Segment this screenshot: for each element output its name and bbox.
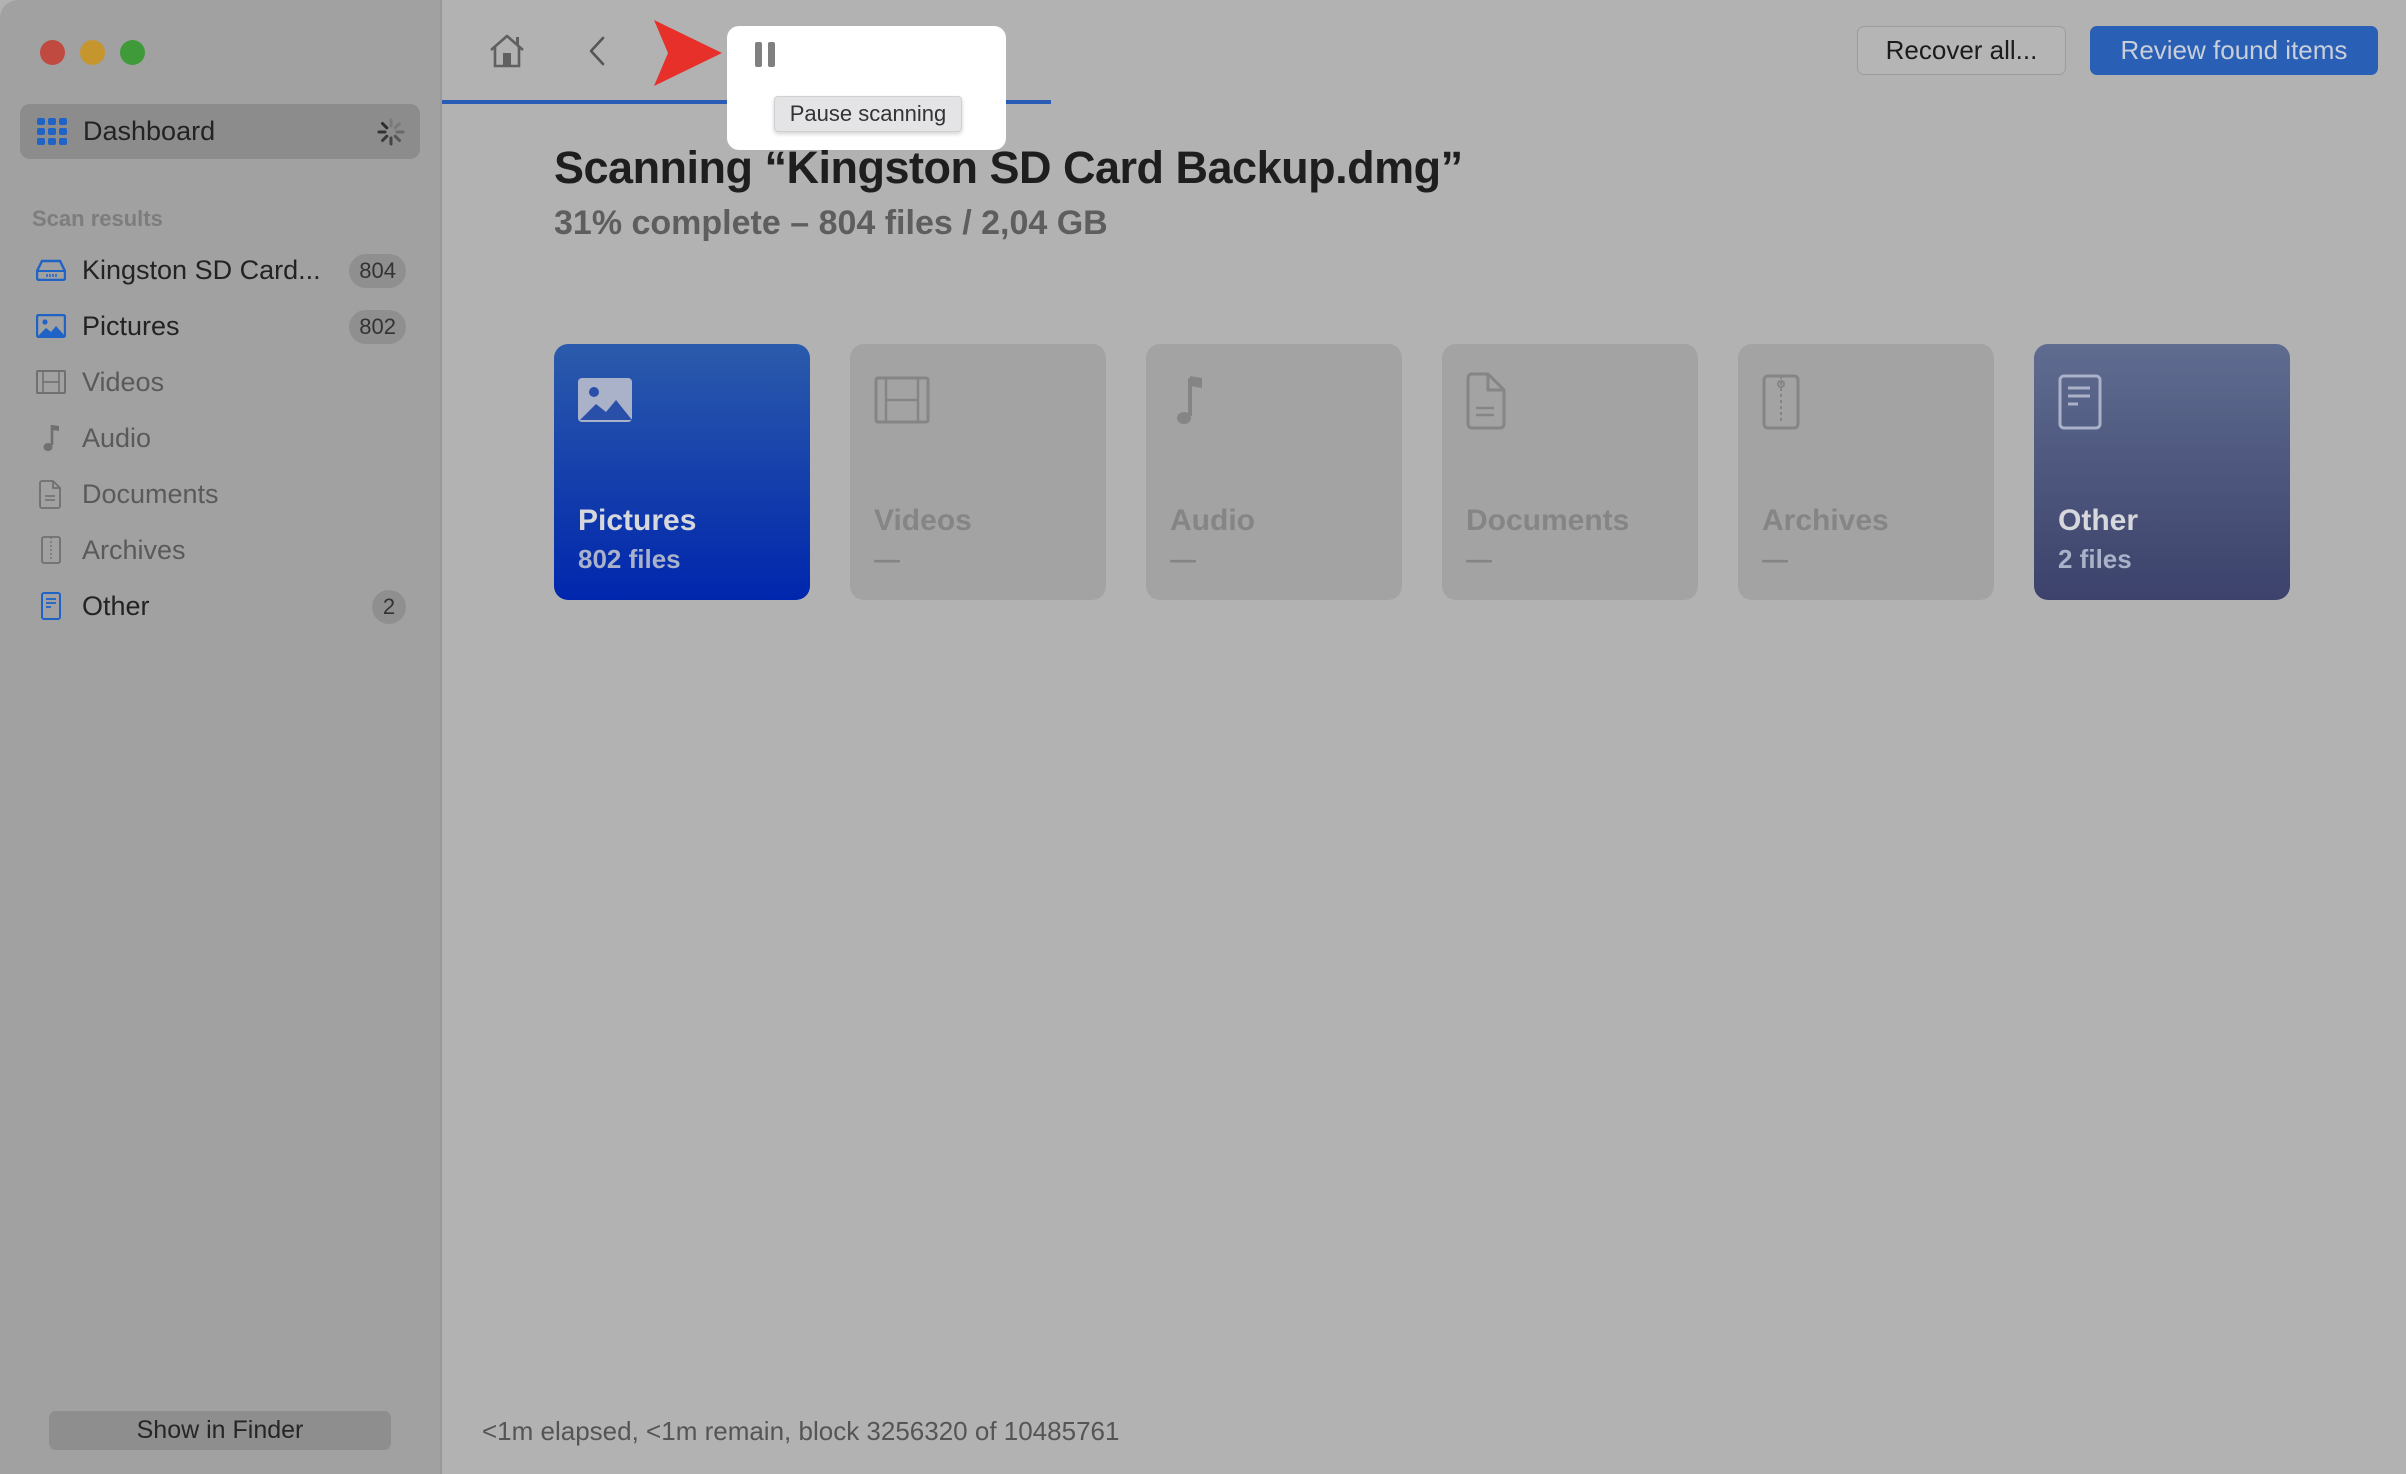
annotation-arrow-icon — [654, 20, 722, 86]
sidebar-item-archives[interactable]: Archives — [20, 526, 420, 574]
review-found-items-button[interactable]: Review found items — [2090, 26, 2378, 75]
scan-status-text: <1m elapsed, <1m remain, block 3256320 o… — [482, 1416, 1120, 1446]
photo-icon — [578, 378, 632, 422]
show-in-finder-button[interactable]: Show in Finder — [49, 1411, 391, 1450]
archive-icon — [36, 535, 66, 565]
card-title: Pictures — [578, 504, 697, 537]
page-title: Scanning “Kingston SD Card Backup.dmg” — [554, 142, 1463, 193]
card-count: 2 files — [2058, 544, 2132, 574]
sidebar-item-videos[interactable]: Videos — [20, 358, 420, 406]
card-title: Archives — [1762, 504, 1889, 537]
sidebar: Dashboard Scan results Kingston SD Card.… — [0, 0, 442, 1474]
close-window-button[interactable] — [40, 40, 65, 65]
sidebar-item-label: Kingston SD Card... — [82, 254, 321, 285]
sidebar-item-kingston-sd-card[interactable]: Kingston SD Card... 804 — [20, 246, 420, 294]
zoom-window-button[interactable] — [120, 40, 145, 65]
other-file-icon — [36, 591, 66, 621]
category-card-pictures[interactable]: Pictures 802 files — [554, 344, 810, 600]
back-button[interactable] — [574, 28, 620, 74]
music-note-icon — [1177, 376, 1202, 424]
card-count: — — [1466, 544, 1492, 574]
chevron-left-icon — [589, 36, 605, 66]
card-count: — — [1762, 544, 1788, 574]
count-badge: 804 — [349, 254, 406, 288]
sidebar-item-label: Archives — [82, 534, 186, 565]
grid-icon — [37, 117, 67, 146]
home-icon — [490, 34, 524, 68]
sidebar-item-label: Dashboard — [83, 116, 216, 146]
card-count: — — [1170, 544, 1196, 574]
card-title: Other — [2058, 504, 2139, 537]
document-icon — [36, 479, 66, 509]
sidebar-item-pictures[interactable]: Pictures 802 — [20, 302, 420, 350]
sidebar-item-label: Videos — [82, 366, 165, 397]
minimize-window-button[interactable] — [80, 40, 105, 65]
home-button[interactable] — [484, 28, 530, 74]
film-icon — [874, 376, 930, 424]
sidebar-item-label: Other — [82, 590, 150, 621]
drive-icon — [36, 255, 66, 285]
sidebar-item-label: Documents — [82, 478, 219, 509]
card-title: Documents — [1466, 504, 1630, 537]
pause-icon — [755, 41, 762, 67]
sidebar-item-audio[interactable]: Audio — [20, 414, 420, 462]
document-icon — [1466, 372, 1506, 430]
sidebar-item-documents[interactable]: Documents — [20, 470, 420, 518]
category-card-other[interactable]: Other 2 files — [2034, 344, 2290, 600]
sidebar-item-label: Audio — [82, 422, 152, 453]
count-badge: 2 — [372, 590, 406, 624]
sidebar-item-other[interactable]: Other 2 — [20, 582, 420, 630]
pause-scanning-button[interactable] — [745, 34, 785, 74]
photo-icon — [36, 311, 66, 341]
scan-results-heading: Scan results — [32, 206, 163, 231]
card-count: — — [874, 544, 900, 574]
pause-tooltip: Pause scanning — [774, 96, 962, 132]
category-card-videos[interactable]: Videos — — [850, 344, 1106, 600]
other-file-icon — [2058, 374, 2102, 430]
scan-summary: 31% complete – 804 files / 2,04 GB — [554, 204, 1108, 242]
count-badge: 802 — [349, 310, 406, 344]
spinner-icon — [377, 118, 405, 146]
sidebar-item-dashboard[interactable]: Dashboard — [20, 104, 420, 159]
category-card-documents[interactable]: Documents — — [1442, 344, 1698, 600]
app-window: Dashboard Scan results Kingston SD Card.… — [0, 0, 2406, 1474]
recover-all-button[interactable]: Recover all... — [1857, 26, 2066, 75]
card-count: 802 files — [578, 544, 681, 574]
category-card-audio[interactable]: Audio — — [1146, 344, 1402, 600]
archive-icon — [1762, 374, 1800, 430]
card-title: Audio — [1170, 504, 1255, 537]
sidebar-item-label: Pictures — [82, 310, 180, 341]
music-note-icon — [36, 423, 66, 453]
category-card-archives[interactable]: Archives — — [1738, 344, 1994, 600]
film-icon — [36, 367, 66, 397]
card-title: Videos — [874, 504, 972, 537]
